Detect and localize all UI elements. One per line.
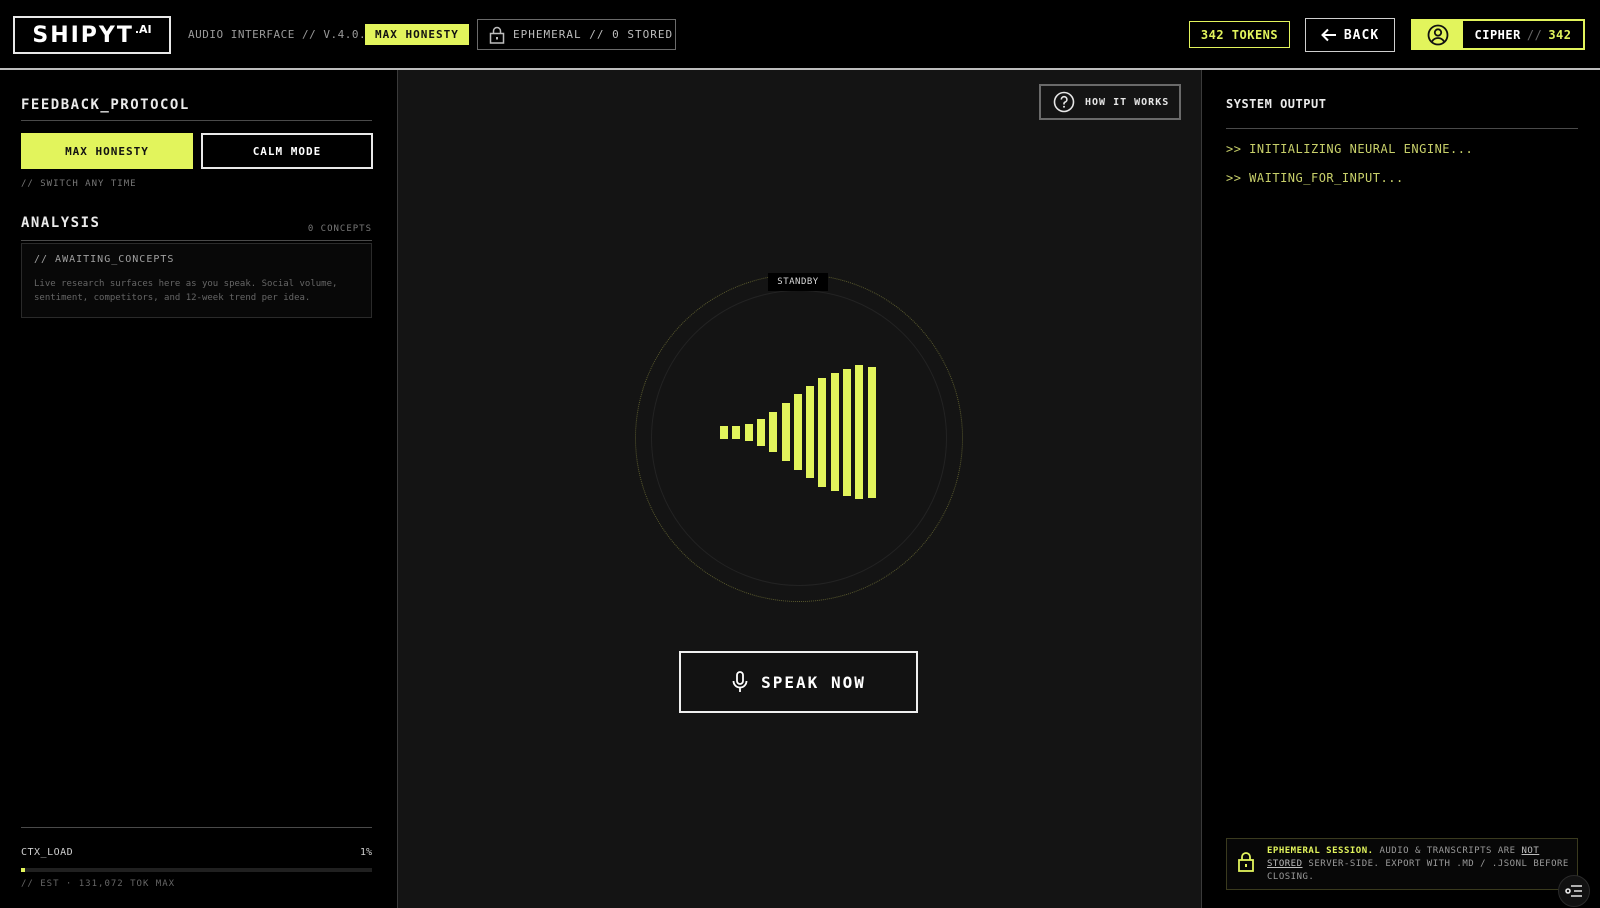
list-settings-icon (1565, 885, 1582, 897)
logo-suffix: .AI (134, 22, 152, 36)
ctx-load-fill (21, 868, 25, 872)
ephemeral-notice-emphasis: NOT (1521, 846, 1540, 856)
max-honesty-button[interactable]: MAX HONESTY (21, 133, 193, 169)
waveform-bar (855, 365, 863, 499)
how-it-works-label: HOW IT WORKS (1085, 96, 1170, 108)
divider (21, 827, 372, 828)
waveform-bar (818, 378, 826, 487)
ephemeral-notice: EPHEMERAL SESSION. AUDIO & TRANSCRIPTS A… (1226, 838, 1578, 890)
waveform-bar (868, 367, 876, 498)
waveform-bar (769, 412, 777, 452)
ctx-load-bar (21, 868, 372, 872)
top-bar: SHIPYT .AI AUDIO INTERFACE // V.4.0.1 MAX… (0, 0, 1600, 70)
waveform-bar (831, 373, 839, 491)
lock-icon (489, 26, 505, 44)
protocol-title: FEEDBACK_PROTOCOL (21, 97, 190, 113)
calm-mode-button[interactable]: CALM MODE (201, 133, 373, 169)
user-name: CIPHER (1474, 27, 1521, 42)
log-line: >> INITIALIZING NEURAL ENGINE... (1226, 142, 1474, 156)
left-panel: FEEDBACK_PROTOCOL MAX HONESTY CALM MODE … (0, 70, 398, 908)
back-label: BACK (1343, 27, 1380, 43)
ctx-load-percent: 1% (359, 847, 372, 858)
lock-icon (1238, 852, 1254, 872)
ephemeral-label: EPHEMERAL // 0 STORED (513, 28, 674, 41)
ephemeral-notice-text: AUDIO & TRANSCRIPTS ARE (1373, 846, 1522, 856)
waveform (720, 365, 880, 499)
ctx-load-label: CTX_LOAD (21, 847, 74, 858)
concepts-count: 0 CONCEPTS (307, 224, 372, 234)
ctx-estimate: // EST · 131,072 TOK MAX (21, 879, 176, 889)
system-output-title: SYSTEM OUTPUT (1226, 97, 1327, 111)
waveform-bar (720, 426, 728, 439)
divider (21, 120, 372, 121)
avatar (1413, 21, 1463, 48)
back-button[interactable]: BACK (1305, 18, 1395, 52)
system-output-panel: SYSTEM OUTPUT >> INITIALIZING NEURAL ENG… (1201, 70, 1600, 908)
help-circle-icon (1053, 91, 1075, 113)
arrow-left-icon (1320, 28, 1336, 42)
awaiting-description: Live research surfaces here as you speak… (34, 279, 338, 303)
waveform-bar (794, 394, 802, 470)
tokens-badge: 342 TOKENS (1189, 21, 1290, 48)
mic-icon (732, 671, 748, 692)
app-version: AUDIO INTERFACE // V.4.0.1 (188, 28, 374, 41)
analysis-title: ANALYSIS (21, 215, 101, 231)
user-score: 342 (1548, 27, 1572, 42)
user-menu-button[interactable]: CIPHER // 342 (1411, 19, 1585, 50)
ephemeral-notice-title: EPHEMERAL SESSION. (1267, 846, 1374, 856)
speak-now-label: SPEAK NOW (761, 672, 866, 692)
status-badge: STANDBY (768, 273, 828, 291)
waveform-bar (806, 386, 814, 478)
how-it-works-button[interactable]: HOW IT WORKS (1039, 84, 1181, 120)
logo[interactable]: SHIPYT .AI (13, 16, 171, 54)
waveform-bar (745, 424, 753, 441)
ephemeral-notice-text: SERVER-SIDE. EXPORT WITH .MD / .JSONL BE… (1267, 859, 1569, 882)
awaiting-concepts-card: // AWAITING_CONCEPTS Live research surfa… (21, 243, 372, 318)
ephemeral-notice-emphasis: STORED (1267, 859, 1303, 869)
user-circle-icon (1427, 24, 1449, 45)
waveform-bar (782, 403, 790, 461)
user-info: CIPHER // 342 (1463, 21, 1583, 48)
voice-stage: HOW IT WORKS STANDBY SPEAK NOW (398, 70, 1201, 908)
switch-note: // SWITCH ANY TIME (21, 179, 137, 189)
user-separator: // (1526, 27, 1543, 42)
waveform-bar (843, 369, 851, 496)
waveform-bar (757, 419, 765, 446)
awaiting-title: // AWAITING_CONCEPTS (34, 254, 175, 265)
ephemeral-badge: EPHEMERAL // 0 STORED (477, 19, 676, 50)
divider (21, 240, 372, 241)
logo-text: SHIPYT (32, 22, 134, 48)
mode-badge: MAX HONESTY (365, 24, 469, 45)
waveform-bar (732, 426, 740, 439)
divider (1226, 128, 1578, 129)
settings-menu-button[interactable] (1558, 875, 1590, 907)
speak-now-button[interactable]: SPEAK NOW (679, 651, 918, 713)
log-line: >> WAITING_FOR_INPUT... (1226, 171, 1404, 185)
